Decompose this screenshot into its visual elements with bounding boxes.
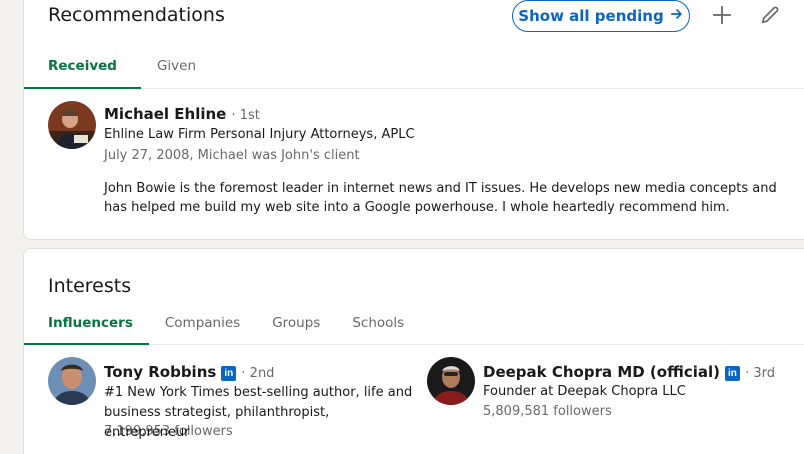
recommendations-card: Recommendations Show all pending Receive…: [23, 0, 804, 240]
follower-count: 5,809,581 followers: [483, 404, 612, 419]
plus-icon[interactable]: [709, 2, 735, 28]
tab-companies[interactable]: Companies: [149, 301, 256, 344]
interests-title: Interests: [48, 275, 132, 297]
arrow-right-icon: [670, 7, 684, 25]
avatar[interactable]: [48, 357, 96, 405]
follower-count: 7,199,953 followers: [104, 424, 233, 439]
interests-tabs: Influencers Companies Groups Schools: [24, 301, 804, 345]
show-all-pending-button[interactable]: Show all pending: [512, 0, 690, 32]
linkedin-icon: in: [221, 366, 237, 381]
tab-influencers[interactable]: Influencers: [24, 301, 149, 345]
influencer-name[interactable]: Deepak Chopra MD (official): [483, 363, 720, 381]
pencil-icon[interactable]: [757, 2, 783, 28]
recommender-name[interactable]: Michael Ehline: [104, 105, 226, 123]
tab-received[interactable]: Received: [24, 44, 141, 89]
connection-degree: · 1st: [231, 108, 260, 123]
tab-given[interactable]: Given: [149, 44, 212, 88]
recommender-headline: Ehline Law Firm Personal Injury Attorney…: [104, 127, 415, 142]
tab-schools[interactable]: Schools: [336, 301, 420, 344]
interests-card: Interests Influencers Companies Groups S…: [23, 248, 804, 454]
connection-degree: · 2nd: [241, 366, 275, 381]
show-all-pending-label: Show all pending: [518, 7, 664, 25]
tab-groups[interactable]: Groups: [256, 301, 336, 344]
influencer-name[interactable]: Tony Robbins: [104, 363, 216, 381]
influencer-headline: Founder at Deepak Chopra LLC: [483, 384, 686, 399]
avatar[interactable]: [427, 357, 475, 405]
recommendations-tabs: Received Given: [24, 44, 804, 89]
avatar[interactable]: [48, 101, 96, 149]
linkedin-icon: in: [724, 366, 740, 381]
recommendation-text: John Bowie is the foremost leader in int…: [104, 181, 777, 215]
recommendation-meta: July 27, 2008, Michael was John's client: [104, 148, 360, 163]
recommendations-title: Recommendations: [48, 4, 225, 26]
connection-degree: · 3rd: [745, 366, 775, 381]
